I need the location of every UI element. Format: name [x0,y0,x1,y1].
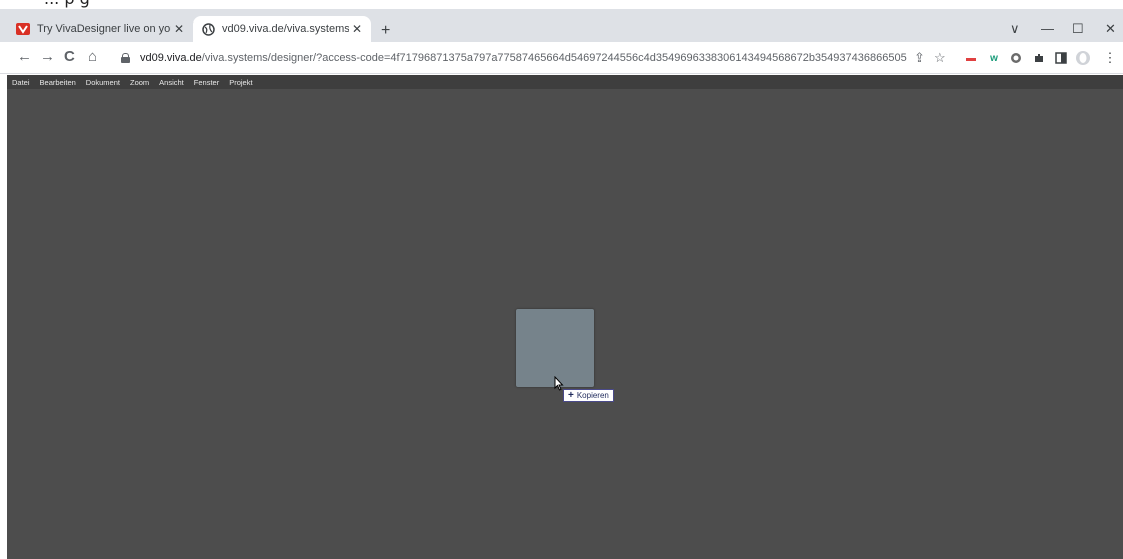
profile-icon[interactable] [1075,50,1091,66]
designer-canvas[interactable]: + Kopieren [7,89,1123,559]
sidepanel-icon[interactable] [1055,52,1067,64]
kebab-menu-icon[interactable]: ⋮ [1104,50,1117,65]
lock-icon [121,53,130,63]
menu-projekt[interactable]: Projekt [229,78,252,87]
clipped-heading-text: ... p g [44,0,90,8]
menu-bearbeiten[interactable]: Bearbeiten [40,78,76,87]
new-tab-button[interactable]: + [381,23,390,39]
menu-zoom[interactable]: Zoom [130,78,149,87]
reload-button[interactable]: C [64,49,75,65]
copy-drag-tooltip: + Kopieren [563,389,614,402]
globe-extension-icon[interactable] [1010,52,1022,64]
w-extension-icon[interactable]: w [988,52,1000,64]
tab-title: Try VivaDesigner live on your des [37,23,171,35]
menu-fenster[interactable]: Fenster [194,78,219,87]
red-extension-icon[interactable]: ▬ [965,52,977,64]
browser-toolbar: ← → C ⌂ vd09.viva.de/viva.systems/design… [0,42,1123,74]
home-button[interactable]: ⌂ [88,49,97,65]
tab-search-icon[interactable]: ∨ [1010,21,1020,37]
close-tab-icon[interactable]: ✕ [349,22,365,36]
close-tab-icon[interactable]: ✕ [171,22,187,36]
url-path: /viva.systems/designer/?access-code=4f71… [201,52,910,64]
menu-dokument[interactable]: Dokument [86,78,120,87]
left-window-edge [0,75,7,559]
tab-vivadesigner[interactable]: Try VivaDesigner live on your des ✕ [8,16,193,42]
globe-icon [201,22,215,36]
url-text: vd09.viva.de/viva.systems/designer/?acce… [140,52,910,64]
plus-icon: + [568,390,574,401]
menu-datei[interactable]: Datei [12,78,30,87]
close-window-button[interactable]: ✕ [1105,21,1116,37]
tab-designer[interactable]: vd09.viva.de/viva.systems/design ✕ [193,16,371,42]
address-bar[interactable]: vd09.viva.de/viva.systems/designer/?acce… [113,47,953,69]
url-host: vd09.viva.de [140,52,202,64]
minimize-button[interactable]: — [1041,21,1054,36]
maximize-button[interactable]: ☐ [1072,21,1084,37]
back-button[interactable]: ← [17,49,32,65]
clipped-heading: ... p g [0,0,1123,9]
bookmark-star-icon[interactable]: ☆ [934,50,946,66]
tab-title: vd09.viva.de/viva.systems/design [222,23,349,35]
menu-ansicht[interactable]: Ansicht [159,78,184,87]
copy-label: Kopieren [576,391,609,400]
forward-button[interactable]: → [40,49,55,65]
share-icon[interactable]: ⇪ [914,50,925,66]
puzzle-icon[interactable] [1033,52,1045,64]
browser-tab-strip: Try VivaDesigner live on your des ✕ vd09… [0,9,1123,42]
viva-logo-icon [16,22,30,36]
app-menubar: Datei Bearbeiten Dokument Zoom Ansicht F… [7,75,1123,89]
